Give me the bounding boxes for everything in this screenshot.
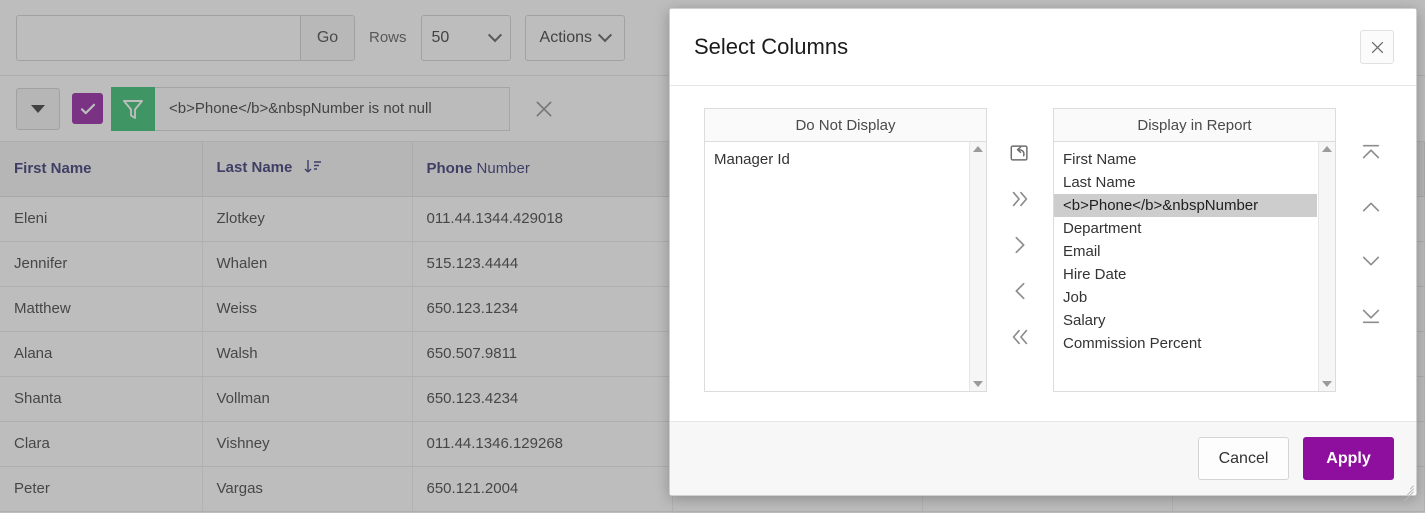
- move-to-bottom-icon: [1360, 304, 1382, 332]
- do-not-display-scrollbar[interactable]: [969, 142, 986, 391]
- display-in-report-option[interactable]: Email: [1054, 240, 1317, 263]
- scroll-down-icon[interactable]: [1322, 381, 1332, 387]
- move-right-button[interactable]: [998, 230, 1042, 266]
- chevron-left-icon: [1009, 280, 1031, 308]
- display-in-report-option[interactable]: <b>Phone</b>&nbspNumber: [1054, 194, 1317, 217]
- select-columns-dialog: Select Columns Do Not Display Manager Id: [669, 8, 1417, 502]
- dialog-header: Select Columns: [670, 9, 1416, 86]
- display-in-report-option[interactable]: Job: [1054, 286, 1317, 309]
- move-to-bottom-button[interactable]: [1349, 300, 1393, 336]
- dialog-body: Do Not Display Manager Id Display in Rep…: [670, 86, 1416, 421]
- cancel-button[interactable]: Cancel: [1198, 437, 1289, 480]
- display-in-report-option[interactable]: First Name: [1054, 148, 1317, 171]
- chevron-right-icon: [1009, 234, 1031, 262]
- display-in-report-option[interactable]: Last Name: [1054, 171, 1317, 194]
- dialog-close-button[interactable]: [1360, 30, 1394, 64]
- move-to-top-icon: [1360, 142, 1382, 170]
- do-not-display-listbox[interactable]: Manager Id: [704, 141, 987, 392]
- reset-arrow-icon: [1009, 142, 1031, 170]
- do-not-display-option[interactable]: Manager Id: [705, 148, 968, 171]
- display-in-report-scrollbar[interactable]: [1318, 142, 1335, 391]
- scroll-up-icon[interactable]: [973, 146, 983, 152]
- display-in-report-option[interactable]: Hire Date: [1054, 263, 1317, 286]
- display-in-report-option[interactable]: Salary: [1054, 309, 1317, 332]
- display-in-report-option[interactable]: Commission Percent: [1054, 332, 1317, 355]
- order-controls: [1336, 108, 1406, 336]
- scroll-down-icon[interactable]: [973, 381, 983, 387]
- dialog-footer: Cancel Apply: [670, 421, 1416, 502]
- move-down-button[interactable]: [1349, 246, 1393, 282]
- transfer-controls: [987, 108, 1053, 358]
- move-all-right-button[interactable]: [998, 184, 1042, 220]
- do-not-display-heading: Do Not Display: [704, 108, 987, 141]
- move-left-button[interactable]: [998, 276, 1042, 312]
- display-in-report-listbox[interactable]: First Name Last Name <b>Phone</b>&nbspNumb…: [1053, 141, 1336, 392]
- apply-button[interactable]: Apply: [1303, 437, 1394, 480]
- chevron-down-icon: [1360, 250, 1382, 278]
- dialog-title: Select Columns: [694, 34, 849, 59]
- reset-button[interactable]: [998, 138, 1042, 174]
- column-shuttle: Do Not Display Manager Id Display in Rep…: [670, 108, 1416, 392]
- display-in-report-option[interactable]: Department: [1054, 217, 1317, 240]
- move-all-left-button[interactable]: [998, 322, 1042, 358]
- double-chevron-left-icon: [1009, 326, 1031, 354]
- display-in-report-panel: Display in Report First Name Last Name <b>…: [1053, 108, 1336, 392]
- move-to-top-button[interactable]: [1349, 138, 1393, 174]
- chevron-up-icon: [1360, 196, 1382, 224]
- double-chevron-right-icon: [1009, 188, 1031, 216]
- scroll-up-icon[interactable]: [1322, 146, 1332, 152]
- do-not-display-panel: Do Not Display Manager Id: [704, 108, 987, 392]
- display-in-report-heading: Display in Report: [1053, 108, 1336, 141]
- move-up-button[interactable]: [1349, 192, 1393, 228]
- dialog-resize-handle[interactable]: [1400, 479, 1414, 502]
